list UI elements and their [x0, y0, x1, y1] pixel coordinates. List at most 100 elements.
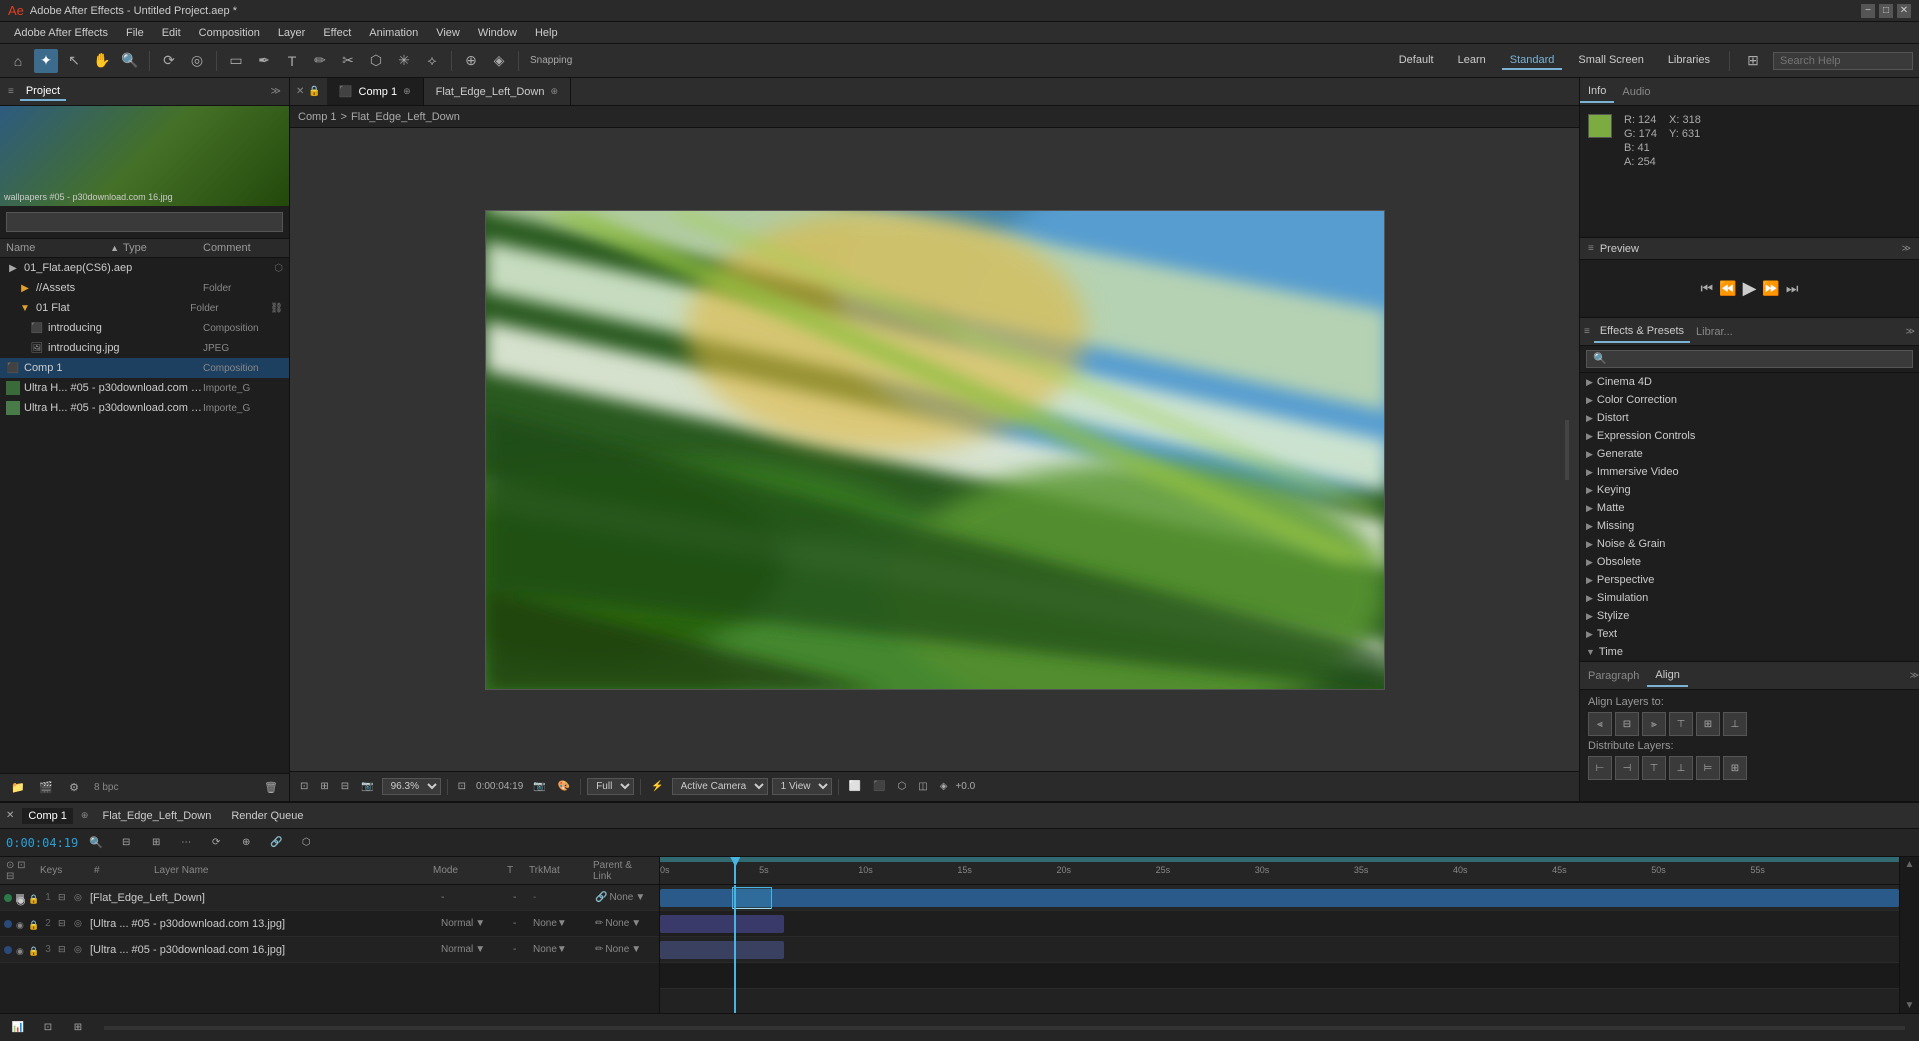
breadcrumb-flat[interactable]: Flat_Edge_Left_Down	[351, 111, 460, 123]
list-item[interactable]: ⬛ introducing Composition	[0, 318, 289, 338]
category-header[interactable]: ▶ Missing	[1580, 517, 1919, 535]
timeline-ctrl5[interactable]: ⊕	[234, 831, 258, 855]
list-item[interactable]: ▶ 01_Flat.aep(CS6).aep ⬡	[0, 258, 289, 278]
timeline-ctrl2[interactable]: ⊞	[144, 831, 168, 855]
category-noise[interactable]: ▶ Noise & Grain	[1580, 535, 1919, 553]
camera-btn[interactable]: 📷	[357, 779, 377, 794]
category-header[interactable]: ▶ Distort	[1580, 409, 1919, 427]
dist-bottom-btn[interactable]: ⊞	[1723, 756, 1747, 780]
toggle-graph-editor[interactable]: 📊	[6, 1016, 30, 1040]
screen-mode-btn[interactable]: ⊞	[1741, 49, 1765, 73]
category-immersive[interactable]: ▶ Immersive Video	[1580, 463, 1919, 481]
list-item[interactable]: ▶ //Assets Folder	[0, 278, 289, 298]
workspace-standard[interactable]: Standard	[1502, 52, 1563, 70]
timeline-timecode[interactable]: 0:00:04:19	[6, 836, 78, 850]
shape-tool[interactable]: ⬡	[364, 49, 388, 73]
timeline-ctrl4[interactable]: ⟳	[204, 831, 228, 855]
region-btn[interactable]: ⊡	[296, 779, 312, 794]
timeline-scroll-up[interactable]: ▲	[1905, 859, 1915, 870]
category-text[interactable]: ▶ Text	[1580, 625, 1919, 643]
track-row-2[interactable]	[660, 911, 1899, 937]
category-expression[interactable]: ▶ Expression Controls	[1580, 427, 1919, 445]
menu-ae[interactable]: Adobe After Effects	[6, 25, 116, 41]
skip-to-start-btn[interactable]: ⏮	[1701, 280, 1714, 297]
dist-center-v-btn[interactable]: ⊨	[1696, 756, 1720, 780]
frame-range[interactable]: ⊞	[66, 1016, 90, 1040]
align-left-btn[interactable]: ⫷	[1588, 712, 1612, 736]
layer-trkmat-1[interactable]: -	[533, 892, 593, 903]
layer-solo-2[interactable]: ◎	[74, 918, 88, 929]
grid-btn[interactable]: ⊞	[316, 779, 332, 794]
workspace-small[interactable]: Small Screen	[1570, 52, 1651, 70]
resolution-select[interactable]: Full	[587, 778, 634, 795]
layer-lock-2[interactable]: 🔒	[28, 920, 36, 928]
brush-tool[interactable]: ✏	[308, 49, 332, 73]
layer-mode-1[interactable]: -	[441, 892, 511, 903]
menu-edit[interactable]: Edit	[154, 25, 189, 41]
breadcrumb-comp1[interactable]: Comp 1	[298, 111, 337, 123]
trkmat-chevron[interactable]: ▼	[557, 918, 567, 929]
menu-composition[interactable]: Composition	[191, 25, 268, 41]
align-tab[interactable]: Align	[1647, 665, 1687, 687]
category-distort[interactable]: ▶ Distort	[1580, 409, 1919, 427]
category-header[interactable]: ▶ Matte	[1580, 499, 1919, 517]
layer-vis-3[interactable]: ◉	[16, 946, 24, 954]
layer-vis-1[interactable]: ◉	[16, 894, 24, 902]
workspace-libraries[interactable]: Libraries	[1660, 52, 1718, 70]
list-item[interactable]: 🖼 introducing.jpg JPEG	[0, 338, 289, 358]
list-item[interactable]: ⬛ Comp 1 Composition	[0, 358, 289, 378]
menu-layer[interactable]: Layer	[270, 25, 314, 41]
layer-lock-1[interactable]: 🔒	[28, 894, 36, 902]
layer-solo-3[interactable]: ◎	[74, 944, 88, 955]
menu-window[interactable]: Window	[470, 25, 525, 41]
category-matte[interactable]: ▶ Matte	[1580, 499, 1919, 517]
category-stylize[interactable]: ▶ Stylize	[1580, 607, 1919, 625]
lock-comp-icon[interactable]: 🔒	[308, 86, 320, 97]
category-header[interactable]: ▶ Noise & Grain	[1580, 535, 1919, 553]
composition-viewer[interactable]	[290, 128, 1579, 771]
edit-icon-3[interactable]: ✏	[595, 944, 603, 955]
category-generate[interactable]: ▶ Generate	[1580, 445, 1919, 463]
mode-text-3[interactable]: Normal	[441, 944, 473, 955]
timeline-tab-flat[interactable]: Flat_Edge_Left_Down	[96, 808, 217, 824]
timeline-scroll-down[interactable]: ▼	[1905, 1000, 1915, 1011]
layer-row-1[interactable]: ◉ 🔒 1 ⊟ ◎ [Flat_Edge_Left_Down] - - - 🔗 …	[0, 885, 659, 911]
toggle-mask[interactable]: ⊟	[337, 779, 353, 794]
menu-view[interactable]: View	[428, 25, 468, 41]
category-header[interactable]: ▶ Stylize	[1580, 607, 1919, 625]
dist-left-btn[interactable]: ⊢	[1588, 756, 1612, 780]
project-settings[interactable]: ⚙	[62, 776, 86, 800]
track-row-3[interactable]	[660, 937, 1899, 963]
camera-select[interactable]: Active Camera	[672, 778, 768, 795]
close-btn[interactable]: ✕	[1897, 4, 1911, 18]
comp-miniflow[interactable]: ◫	[914, 779, 931, 794]
info-tab[interactable]: Info	[1580, 81, 1614, 103]
timeline-ctrl1[interactable]: ⊟	[114, 831, 138, 855]
step-back-btn[interactable]: ⏪	[1719, 280, 1736, 297]
layer-row-2[interactable]: ◉ 🔒 2 ⊟ ◎ [Ultra ... #05 - p30download.c…	[0, 911, 659, 937]
camera-rotate[interactable]: ⟳	[157, 49, 181, 73]
category-time[interactable]: ▼ Time fx CC Force Motion Blur fx CC Wid…	[1580, 643, 1919, 661]
dist-top-btn[interactable]: ⊥	[1669, 756, 1693, 780]
project-tab[interactable]: Project	[20, 83, 66, 101]
mode-chevron-3[interactable]: ▼	[475, 944, 485, 955]
layer-solo-1[interactable]: ◎	[74, 892, 88, 903]
category-header[interactable]: ▶ Color Correction	[1580, 391, 1919, 409]
mode-text-2[interactable]: Normal	[441, 918, 473, 929]
category-color[interactable]: ▶ Color Correction	[1580, 391, 1919, 409]
lock-timeline-icon[interactable]: ⊕	[81, 810, 89, 821]
project-panel-menu[interactable]: ≫	[271, 86, 281, 97]
timeline-ruler[interactable]: 0s 5s 10s 15s 20s 25s 30s 35s 40s 45s 50…	[660, 857, 1899, 885]
reset-exposure[interactable]: ◈	[936, 779, 952, 794]
hand-tool[interactable]: ✋	[90, 49, 114, 73]
timeline-search-btn[interactable]: 🔍	[84, 831, 108, 855]
clone-tool[interactable]: ✂	[336, 49, 360, 73]
menu-file[interactable]: File	[118, 25, 152, 41]
parent-chevron-3[interactable]: ▼	[631, 944, 641, 955]
timeline-ctrl6[interactable]: 🔗	[264, 831, 288, 855]
dist-right-btn[interactable]: ⊤	[1642, 756, 1666, 780]
category-obsolete[interactable]: ▶ Obsolete	[1580, 553, 1919, 571]
maximize-btn[interactable]: □	[1879, 4, 1893, 18]
selection-tool[interactable]: ↖	[62, 49, 86, 73]
view-select[interactable]: 1 View	[772, 778, 832, 795]
